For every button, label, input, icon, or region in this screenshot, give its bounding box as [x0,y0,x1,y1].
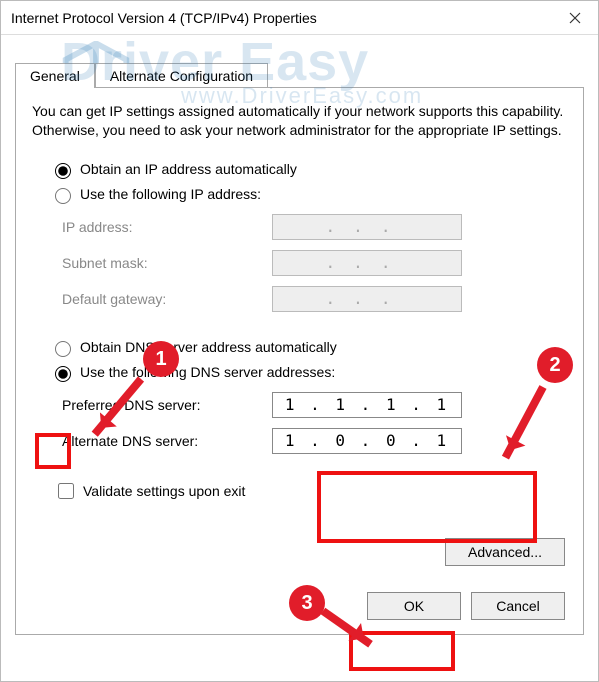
radio-obtain-ip-auto-row[interactable]: Obtain an IP address automatically [50,160,567,179]
tab-general[interactable]: General [15,63,95,88]
radio-obtain-ip-auto-label: Obtain an IP address automatically [80,161,297,177]
close-button[interactable] [552,1,598,34]
radio-obtain-dns-auto-label: Obtain DNS server address automatically [80,339,337,355]
annotation-badge-2: 2 [537,347,573,383]
ip-fieldset: IP address: Subnet mask: Default gateway… [62,214,567,312]
ip-address-input [272,214,462,240]
dns-group: Obtain DNS server address automatically … [32,338,567,454]
radio-obtain-ip-auto[interactable] [55,163,71,179]
ok-button[interactable]: OK [367,592,461,620]
radio-use-ip-label: Use the following IP address: [80,186,261,202]
ip-address-label: IP address: [62,219,272,235]
alternate-dns-input[interactable] [272,428,462,454]
radio-use-dns-row[interactable]: Use the following DNS server addresses: [50,363,567,382]
description-text: You can get IP settings assigned automat… [32,102,567,140]
annotation-badge-3: 3 [289,585,325,621]
tab-strip: General Alternate Configuration [15,59,584,87]
default-gateway-label: Default gateway: [62,291,272,307]
tab-panel-general: You can get IP settings assigned automat… [15,87,584,635]
cancel-button[interactable]: Cancel [471,592,565,620]
tab-alternate-configuration[interactable]: Alternate Configuration [95,63,268,88]
radio-use-ip[interactable] [55,188,71,204]
radio-obtain-dns-auto-row[interactable]: Obtain DNS server address automatically [50,338,567,357]
title-bar: Internet Protocol Version 4 (TCP/IPv4) P… [1,1,598,35]
annotation-badge-1: 1 [143,341,179,377]
ip-group: Obtain an IP address automatically Use t… [32,160,567,312]
validate-label: Validate settings upon exit [83,483,245,499]
preferred-dns-label: Preferred DNS server: [62,397,272,413]
subnet-mask-input [272,250,462,276]
radio-use-ip-row[interactable]: Use the following IP address: [50,185,567,204]
advanced-button[interactable]: Advanced... [445,538,565,566]
window-title: Internet Protocol Version 4 (TCP/IPv4) P… [11,10,317,26]
radio-use-dns[interactable] [55,366,71,382]
close-icon [569,12,581,24]
dns-fieldset: Preferred DNS server: Alternate DNS serv… [62,392,567,454]
default-gateway-input [272,286,462,312]
radio-use-dns-label: Use the following DNS server addresses: [80,364,335,380]
dialog-button-row: OK Cancel [367,592,565,620]
validate-checkbox-row[interactable]: Validate settings upon exit [54,480,567,502]
radio-obtain-dns-auto[interactable] [55,341,71,357]
preferred-dns-input[interactable] [272,392,462,418]
validate-checkbox[interactable] [58,483,74,499]
subnet-mask-label: Subnet mask: [62,255,272,271]
